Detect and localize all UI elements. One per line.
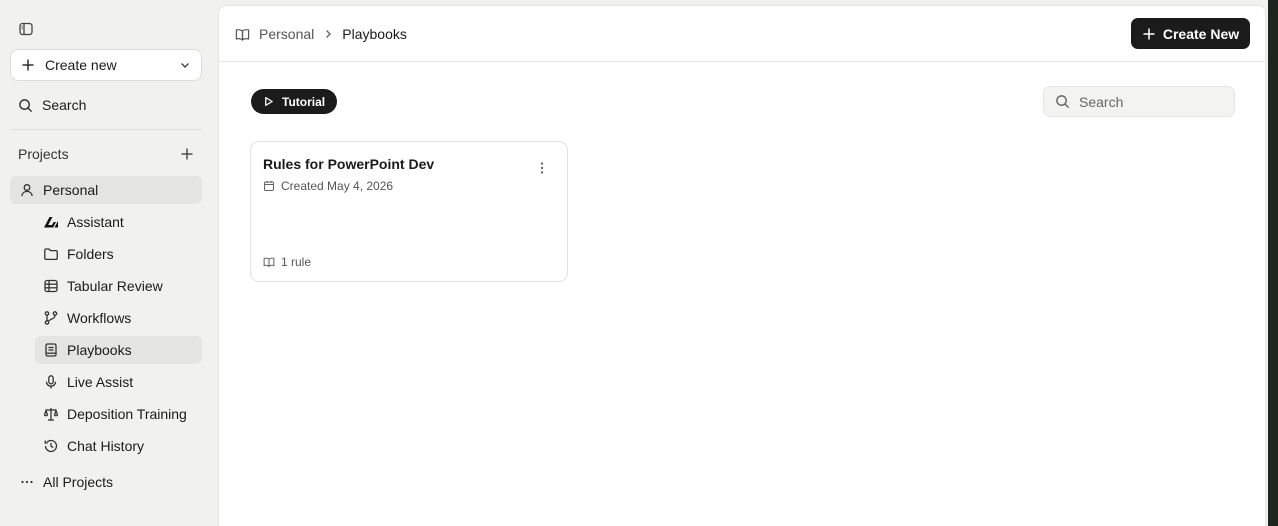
sidebar-item-live-assist[interactable]: Live Assist [35,368,202,396]
chevron-right-icon [322,28,334,40]
sidebar: Create new Search Projects Personal Assi… [0,0,218,526]
book-icon [263,256,275,268]
more-horizontal-icon [19,474,35,490]
sidebar-item-workflows[interactable]: Workflows [35,304,202,332]
sidebar-item-label: Workflows [67,310,132,326]
projects-header: Projects [18,145,194,163]
playbook-card-created-text: Created May 4, 2026 [281,179,394,193]
sidebar-divider [10,129,202,130]
create-new-label: Create new [45,57,117,73]
tutorial-label: Tutorial [282,94,326,109]
search-input[interactable] [1079,93,1219,110]
more-vertical-icon[interactable] [534,160,550,176]
scales-icon [43,406,59,422]
playbook-card-title: Rules for PowerPoint Dev [263,156,435,172]
plus-icon [21,58,35,72]
microphone-icon [43,374,59,390]
sidebar-item-chat-history[interactable]: Chat History [35,432,202,460]
sidebar-item-personal[interactable]: Personal [10,176,202,204]
main-panel: Personal Playbooks Create New Tutorial R… [218,5,1266,526]
sidebar-item-label: Folders [67,246,114,262]
breadcrumb-personal[interactable]: Personal [259,26,314,42]
playbook-card-rules: 1 rule [263,255,311,269]
plus-icon [1142,27,1156,41]
calendar-icon [263,180,275,192]
sidebar-item-label: Live Assist [67,374,134,390]
sidebar-item-label: Deposition Training [67,406,187,422]
sidebar-item-playbooks[interactable]: Playbooks [35,336,202,364]
workflow-icon [43,310,59,326]
sidebar-item-label: Tabular Review [67,278,163,294]
tutorial-button[interactable]: Tutorial [251,89,337,114]
projects-label: Projects [18,146,69,162]
sidebar-item-label: Assistant [67,214,124,230]
play-icon [263,96,274,107]
sidebar-item-label: Chat History [67,438,145,454]
sidebar-item-tabular-review[interactable]: Tabular Review [35,272,202,300]
sidebar-toggle-icon[interactable] [18,21,34,37]
sidebar-item-label: Playbooks [67,342,132,358]
create-new-button[interactable]: Create New [1131,18,1250,49]
sidebar-item-label: All Projects [43,474,114,490]
window-edge [1268,0,1278,526]
breadcrumb: Personal Playbooks [235,25,407,43]
playbook-search[interactable] [1043,86,1235,117]
sidebar-item-label: Personal [43,182,99,198]
playbook-card-created: Created May 4, 2026 [263,179,393,193]
assistant-logo-icon [43,214,59,230]
sidebar-item-folders[interactable]: Folders [35,240,202,268]
sidebar-item-assistant[interactable]: Assistant [35,208,202,236]
playbook-icon [43,342,59,358]
create-new-dropdown[interactable]: Create new [10,49,202,81]
top-bar: Personal Playbooks Create New [219,6,1265,62]
sidebar-item-deposition-training[interactable]: Deposition Training [35,400,202,428]
table-icon [43,278,59,294]
search-icon [18,98,33,113]
search-icon [1055,94,1070,109]
sidebar-search[interactable]: Search [18,96,86,114]
sidebar-search-label: Search [42,97,87,113]
folder-icon [43,246,59,262]
history-icon [43,438,59,454]
breadcrumb-current: Playbooks [342,26,407,42]
playbook-card-rule-count: 1 rule [281,255,312,269]
add-project-icon[interactable] [180,147,194,161]
playbook-card[interactable]: Rules for PowerPoint Dev Created May 4, … [250,141,568,282]
chevron-down-icon [179,59,191,71]
sidebar-item-all-projects[interactable]: All Projects [10,468,202,496]
create-new-button-label: Create New [1162,25,1240,42]
user-icon [19,182,35,198]
book-icon [235,27,250,42]
